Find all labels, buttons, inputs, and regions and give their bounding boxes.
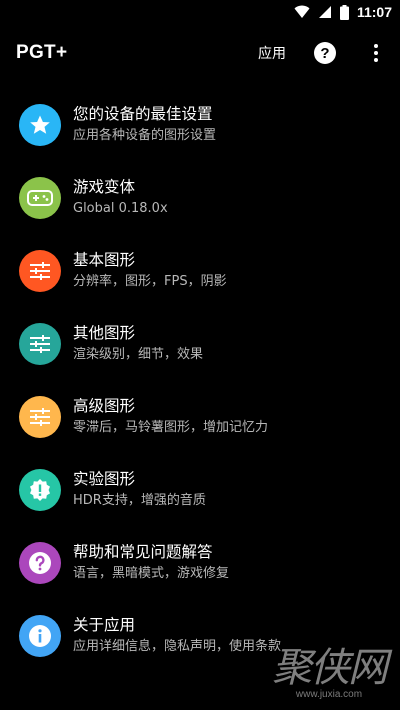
more-options-icon[interactable] xyxy=(366,44,386,62)
menu-item-subtitle: 零滞后，马铃薯图形，增加记忆力 xyxy=(73,420,269,435)
menu-item-title: 实验图形 xyxy=(73,470,136,488)
alert-badge-icon xyxy=(19,468,61,511)
menu-item-basic-graphics[interactable]: 基本图形 分辨率，图形，FPS，阴影 xyxy=(0,234,400,307)
watermark-url: www.juxia.com xyxy=(295,689,363,700)
app-bar: PGT+ 应用 ? xyxy=(0,24,400,82)
menu-item-best-settings[interactable]: 您的设备的最佳设置 应用各种设备的图形设置 xyxy=(0,88,400,161)
menu-list: 您的设备的最佳设置 应用各种设备的图形设置 游戏变体 Global 0.18.0… xyxy=(0,88,400,672)
battery-icon xyxy=(339,4,349,20)
apply-button[interactable]: 应用 xyxy=(258,43,286,63)
status-bar: 11:07 xyxy=(0,0,400,24)
sliders-icon xyxy=(19,395,61,438)
gamepad-icon xyxy=(19,176,61,219)
menu-item-subtitle: 分辨率，图形，FPS，阴影 xyxy=(73,274,227,289)
menu-item-subtitle: Global 0.18.0x xyxy=(73,201,168,216)
menu-item-experimental-graphics[interactable]: 实验图形 HDR支持，增强的音质 xyxy=(0,453,400,526)
menu-item-other-graphics[interactable]: 其他图形 渲染级别，细节，效果 xyxy=(0,307,400,380)
menu-item-subtitle: 应用详细信息，隐私声明，使用条款 xyxy=(73,639,282,654)
menu-item-about-app[interactable]: 关于应用 应用详细信息，隐私声明，使用条款 xyxy=(0,599,400,672)
signal-icon xyxy=(318,6,331,18)
star-icon xyxy=(19,103,61,146)
menu-item-title: 您的设备的最佳设置 xyxy=(73,105,213,123)
wifi-icon xyxy=(294,5,310,18)
menu-item-help-faq[interactable]: 帮助和常见问题解答 语言，黑暗模式，游戏修复 xyxy=(0,526,400,599)
menu-item-game-variant[interactable]: 游戏变体 Global 0.18.0x xyxy=(0,161,400,234)
menu-item-advanced-graphics[interactable]: 高级图形 零滞后，马铃薯图形，增加记忆力 xyxy=(0,380,400,453)
menu-item-title: 帮助和常见问题解答 xyxy=(73,543,213,561)
menu-item-title: 基本图形 xyxy=(73,251,136,269)
help-icon xyxy=(19,541,61,584)
menu-item-title: 游戏变体 xyxy=(73,178,136,196)
app-title: PGT+ xyxy=(16,42,68,63)
sliders-icon xyxy=(19,322,61,365)
sliders-icon xyxy=(19,249,61,292)
menu-item-title: 高级图形 xyxy=(73,397,136,415)
menu-item-subtitle: 应用各种设备的图形设置 xyxy=(73,128,217,143)
status-time: 11:07 xyxy=(356,4,392,20)
menu-item-title: 其他图形 xyxy=(73,324,136,342)
menu-item-subtitle: HDR支持，增强的音质 xyxy=(73,493,206,508)
menu-item-subtitle: 渲染级别，细节，效果 xyxy=(73,347,204,362)
menu-item-subtitle: 语言，黑暗模式，游戏修复 xyxy=(73,566,230,581)
help-icon-button[interactable]: ? xyxy=(314,42,336,64)
info-icon xyxy=(19,614,61,657)
menu-item-title: 关于应用 xyxy=(73,616,136,634)
